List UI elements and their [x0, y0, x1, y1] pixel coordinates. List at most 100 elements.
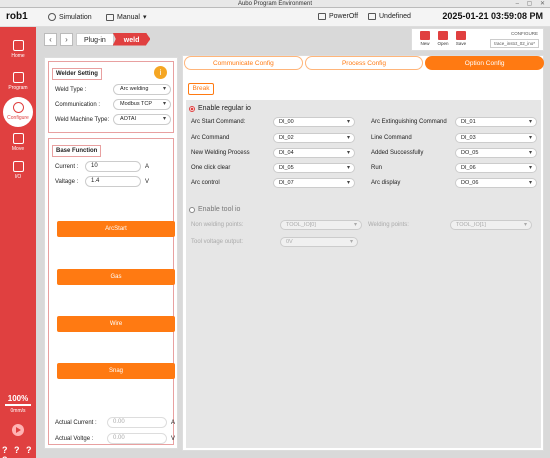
datetime: 2025-01-21 03:59:08 PM: [442, 11, 543, 21]
actual-voltage-unit: V: [171, 435, 176, 442]
welding-points-select[interactable]: TOOL_IO[1]: [450, 220, 532, 230]
welder-setting-section: Welder Setting i Weld Type : Arc welding…: [48, 61, 174, 133]
enable-tool-io-option[interactable]: Enable tool io: [189, 206, 240, 213]
io-select-arc-display[interactable]: DO_06: [455, 178, 537, 188]
current-label: Current :: [55, 163, 79, 170]
sidebar-item-label: Configure: [7, 115, 29, 121]
sidebar: Home Program Configure Move I/O 100% 0mm…: [0, 27, 36, 458]
speed-bar[interactable]: [5, 404, 31, 406]
new-file-icon: [420, 31, 430, 40]
io-select-new-welding-process[interactable]: DI_04: [273, 148, 355, 158]
hand-icon: [106, 13, 114, 21]
tab-process-config[interactable]: Process Config: [304, 56, 424, 70]
play-icon[interactable]: [12, 424, 24, 436]
current-unit: A: [145, 163, 150, 170]
forward-arrow-icon[interactable]: ›: [60, 32, 73, 46]
simulation-toggle[interactable]: Simulation: [48, 13, 92, 21]
communication-label: Communication :: [55, 101, 101, 108]
current-input[interactable]: 10: [85, 161, 141, 172]
sidebar-item-label: Program: [8, 85, 28, 91]
io-select-arc-extinguishing[interactable]: DI_01: [455, 117, 537, 127]
robot-name: rob1: [6, 11, 28, 22]
power-label: PowerOff: [329, 13, 359, 20]
actual-current-readout: 0.00: [107, 417, 167, 428]
window-title: Aubo Program Environment: [237, 1, 313, 7]
save-button[interactable]: Save: [454, 31, 468, 46]
sidebar-item-program[interactable]: Program: [0, 67, 36, 99]
file-actions-panel: New Open Save CONFIGURE trace_instct_02_…: [411, 28, 544, 51]
io-select-arc-start[interactable]: DI_00: [273, 117, 355, 127]
sidebar-item-label: Home: [11, 53, 25, 59]
breadcrumb: ‹ › Plug-in weld: [44, 32, 151, 46]
home-icon: [12, 40, 24, 51]
io-select-one-click-clear[interactable]: DI_05: [273, 163, 355, 173]
help-indicators[interactable]: ? ? ? ?: [2, 445, 36, 458]
tab-option-config[interactable]: Option Config: [425, 56, 545, 70]
voltage-input[interactable]: 1.4: [85, 176, 141, 187]
io-config-area: Enable regular io Arc Start Command: DI_…: [186, 100, 541, 448]
base-function-title: Base Function: [52, 145, 102, 157]
new-button[interactable]: New: [418, 31, 432, 46]
weld-type-select[interactable]: Arc welding: [113, 84, 171, 95]
sidebar-item-home[interactable]: Home: [0, 35, 36, 67]
io-select-run[interactable]: DI_06: [455, 163, 537, 173]
back-arrow-icon[interactable]: ‹: [44, 32, 57, 46]
info-icon[interactable]: i: [154, 66, 167, 79]
gas-button[interactable]: Gas: [57, 269, 175, 285]
io-label-line-command: Line Command: [371, 135, 412, 141]
tool-voltage-output-label: Tool voltage output:: [191, 239, 244, 245]
window-controls[interactable]: – ▢ ✕: [516, 0, 548, 8]
tool-voltage-output-select[interactable]: 0V: [280, 237, 358, 247]
power-status[interactable]: PowerOff: [318, 13, 358, 20]
weld-type-label: Weld Type :: [55, 86, 87, 93]
tool-io-radio[interactable]: [189, 206, 195, 213]
io-label-one-click-clear: One click clear: [191, 165, 231, 171]
io-label-arc-start: Arc Start Command:: [191, 119, 246, 125]
status-label: Undefined: [379, 13, 411, 20]
breadcrumb-weld[interactable]: weld: [112, 32, 151, 46]
move-icon: [12, 133, 24, 144]
current-row: Current : 10 A: [55, 161, 149, 172]
speed-readout: 0mm/s: [10, 408, 26, 414]
power-icon: [318, 13, 326, 20]
top-bar: rob1 Simulation Manual ▾ PowerOff Undefi…: [0, 8, 550, 27]
regular-io-label: Enable regular io: [198, 105, 251, 112]
arcstart-button[interactable]: ArcStart: [57, 221, 175, 237]
snag-button[interactable]: Snag: [57, 363, 175, 379]
voltage-label: Valtage :: [55, 178, 79, 185]
enable-regular-io-option[interactable]: Enable regular io: [189, 105, 251, 112]
welder-setting-title: Welder Setting: [52, 68, 102, 80]
run-mode-dropdown[interactable]: Manual ▾: [106, 13, 146, 21]
io-label-arc-control: Arc control: [191, 180, 220, 186]
sidebar-item-io[interactable]: I/O: [0, 156, 36, 188]
io-label-arc-display: Arc display: [371, 180, 401, 186]
configure-icon: [12, 102, 24, 113]
window-title-bar: Aubo Program Environment – ▢ ✕: [0, 0, 550, 8]
io-select-added-successfully[interactable]: DO_05: [455, 148, 537, 158]
speed-percentage[interactable]: 100%: [0, 394, 36, 403]
io-label-added-successfully: Added Successfully: [371, 150, 424, 156]
breadcrumb-plugin[interactable]: Plug-in: [76, 32, 114, 46]
voltage-row: Valtage : 1.4 V: [55, 176, 149, 187]
io-select-arc-control[interactable]: DI_07: [273, 178, 355, 188]
sidebar-item-configure[interactable]: Configure: [3, 97, 33, 127]
left-panel: Welder Setting i Weld Type : Arc welding…: [44, 57, 178, 449]
io-select-line-command[interactable]: DI_03: [455, 133, 537, 143]
robot-status: Undefined: [368, 13, 411, 20]
save-label: Save: [455, 41, 467, 46]
non-welding-points-select[interactable]: TOOL_IO[0]: [280, 220, 362, 230]
actual-voltage-row: Actual Voltge : 0.00 V: [55, 433, 175, 444]
communication-select[interactable]: Modbus TCP: [113, 99, 171, 110]
weld-machine-type-select[interactable]: AOTAI: [113, 114, 171, 125]
regular-io-radio[interactable]: [189, 105, 195, 112]
open-button[interactable]: Open: [436, 31, 450, 46]
voltage-unit: V: [145, 178, 150, 185]
actual-voltage-label: Actual Voltge :: [55, 435, 94, 442]
actual-current-row: Actual Current : 0.00 A: [55, 417, 175, 428]
wire-button[interactable]: Wire: [57, 316, 175, 332]
break-button[interactable]: Break: [188, 83, 214, 95]
welding-points-label: Welding points:: [368, 222, 409, 228]
tab-communicate-config[interactable]: Communicate Config: [184, 56, 303, 70]
io-label-arc-command: Arc Command: [191, 135, 230, 141]
io-select-arc-command[interactable]: DI_02: [273, 133, 355, 143]
